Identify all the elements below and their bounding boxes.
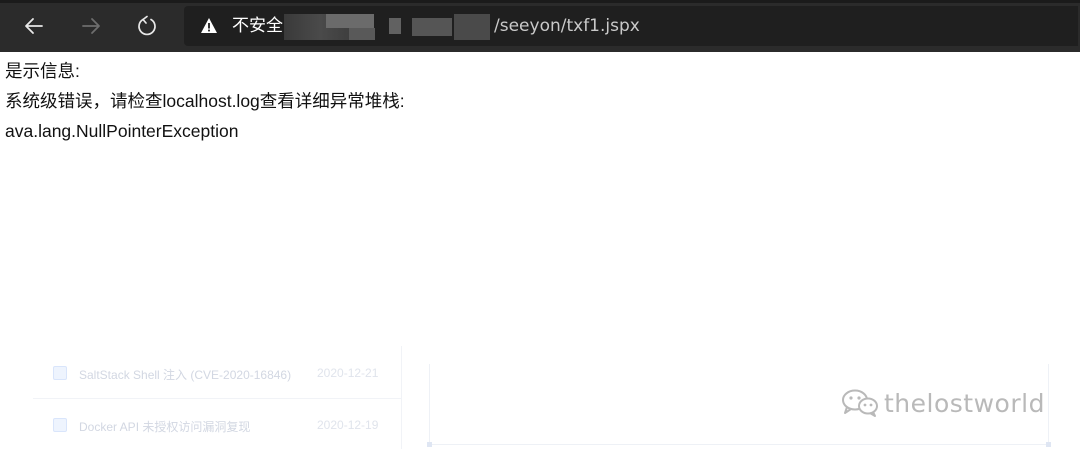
wechat-icon xyxy=(842,389,878,417)
watermark: thelostworld xyxy=(840,386,1045,420)
frame-corner xyxy=(1046,442,1051,447)
error-message: 系统级错误，请检查localhost.log查看详细异常堆栈: xyxy=(5,91,405,111)
background-article-list: SaltStack Shell 注入 (CVE-2020-16846) 2020… xyxy=(33,346,402,449)
redacted-host-block xyxy=(389,18,401,34)
message-title: 是示信息: xyxy=(5,61,80,81)
warning-icon xyxy=(201,18,217,33)
document-icon xyxy=(53,366,67,380)
arrow-left-icon xyxy=(25,18,43,34)
url-path-text[interactable]: /seeyon/txf1.jspx xyxy=(494,15,640,37)
toolbar-top-edge xyxy=(0,0,1080,3)
address-bar[interactable]: 不安全 /seeyon/txf1.jspx xyxy=(184,6,1078,46)
list-item: SaltStack Shell 注入 (CVE-2020-16846) 2020… xyxy=(33,355,401,391)
list-item-date: 2020-12-21 xyxy=(317,366,379,380)
list-item-title: Docker API 未授权访问漏洞复现 xyxy=(79,420,251,434)
forward-button[interactable] xyxy=(77,12,105,40)
watermark-text: thelostworld xyxy=(884,388,1045,418)
redacted-host-block xyxy=(412,18,452,36)
page-content: 是示信息: 系统级错误，请检查localhost.log查看详细异常堆栈: av… xyxy=(5,56,405,146)
redacted-host-block xyxy=(326,14,374,28)
list-item: Docker API 未授权访问漏洞复现 2020-12-19 xyxy=(33,407,401,443)
reload-icon xyxy=(138,15,156,36)
redacted-host-block xyxy=(349,28,375,40)
list-item-date: 2020-12-19 xyxy=(317,418,379,432)
redacted-host-block xyxy=(454,14,490,40)
security-status-label[interactable]: 不安全 xyxy=(232,15,283,37)
browser-toolbar: 不安全 /seeyon/txf1.jspx xyxy=(0,0,1080,52)
document-icon xyxy=(53,418,67,432)
list-divider xyxy=(33,398,401,399)
back-button[interactable] xyxy=(20,12,48,40)
list-item-title: SaltStack Shell 注入 (CVE-2020-16846) xyxy=(79,368,292,382)
exception-text: ava.lang.NullPointerException xyxy=(5,121,239,141)
reload-button[interactable] xyxy=(133,12,161,40)
arrow-right-icon xyxy=(82,18,100,34)
frame-corner xyxy=(427,442,432,447)
